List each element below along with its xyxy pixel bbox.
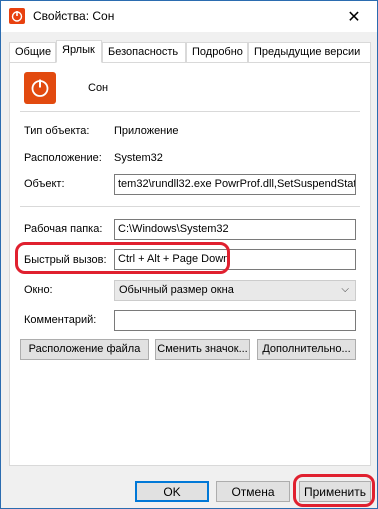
divider	[20, 206, 360, 207]
ok-button[interactable]: OK	[135, 481, 209, 502]
open-file-location-button[interactable]: Расположение файла	[20, 339, 149, 360]
target-field[interactable]: tem32\rundll32.exe PowrProf.dll,SetSuspe…	[114, 174, 356, 195]
cancel-button[interactable]: Отмена	[216, 481, 290, 502]
divider	[20, 111, 360, 112]
location-value: System32	[114, 152, 163, 164]
power-icon	[24, 72, 56, 104]
window-mode-select[interactable]: Обычный размер окна ⌵	[114, 280, 356, 301]
target-label: Объект:	[24, 178, 65, 190]
hotkey-field[interactable]: Ctrl + Alt + Page Down	[114, 249, 356, 270]
tab-strip: Общие Ярлык Безопасность Подробно Предыд…	[9, 40, 371, 63]
workdir-field[interactable]: C:\Windows\System32	[114, 219, 356, 240]
shortcut-panel: Сон Тип объекта: Приложение Расположение…	[9, 62, 371, 466]
change-icon-button[interactable]: Сменить значок...	[155, 339, 250, 360]
advanced-button[interactable]: Дополнительно...	[257, 339, 356, 360]
apply-button[interactable]: Применить	[299, 481, 371, 502]
title-bar[interactable]: Свойства: Сон ✕	[1, 1, 377, 32]
shortcut-name: Сон	[88, 82, 109, 94]
tab-security[interactable]: Безопасность	[102, 42, 186, 62]
hotkey-label: Быстрый вызов:	[24, 254, 107, 266]
workdir-label: Рабочая папка:	[24, 223, 103, 235]
tab-shortcut[interactable]: Ярлык	[56, 40, 102, 63]
comment-field[interactable]	[114, 310, 356, 331]
location-label: Расположение:	[24, 152, 102, 164]
tab-previous-versions[interactable]: Предыдущие версии	[248, 42, 371, 62]
close-icon[interactable]: ✕	[331, 1, 377, 32]
window-mode-label: Окно:	[24, 284, 53, 296]
window-mode-value: Обычный размер окна	[119, 284, 234, 296]
type-label: Тип объекта:	[24, 125, 90, 137]
tab-details[interactable]: Подробно	[186, 42, 248, 62]
type-value: Приложение	[114, 125, 179, 137]
power-icon	[9, 8, 25, 24]
comment-label: Комментарий:	[24, 314, 97, 326]
tab-general[interactable]: Общие	[9, 42, 56, 62]
properties-dialog: Свойства: Сон ✕ Общие Ярлык Безопасность…	[0, 0, 378, 509]
window-title: Свойства: Сон	[33, 9, 115, 23]
chevron-down-icon: ⌵	[341, 284, 349, 295]
